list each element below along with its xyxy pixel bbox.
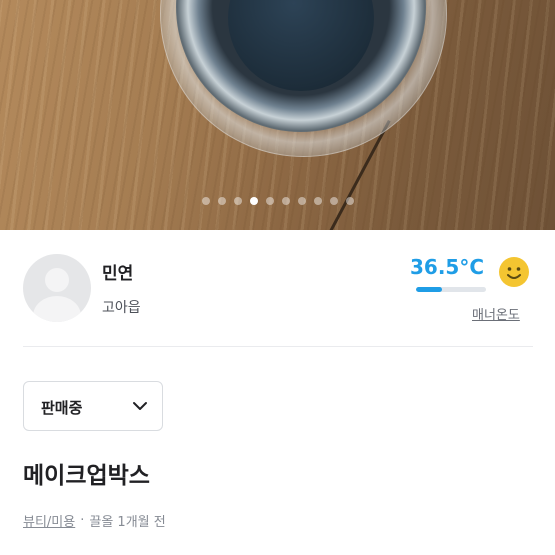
carousel-dot[interactable] bbox=[329, 197, 338, 205]
sale-status-value: 판매중 bbox=[41, 399, 83, 417]
carousel-indicator bbox=[0, 197, 555, 205]
carousel-dot[interactable] bbox=[265, 197, 274, 205]
carousel-dot[interactable] bbox=[201, 197, 210, 205]
carousel-dot[interactable] bbox=[233, 197, 242, 205]
product-meta: 뷰티/미용 · 끌올 1개월 전 bbox=[23, 511, 166, 530]
avatar-head bbox=[45, 268, 69, 292]
carousel-dot[interactable] bbox=[345, 197, 354, 205]
seller-avatar[interactable] bbox=[23, 254, 91, 322]
manner-temperature-link[interactable]: 매너온도 bbox=[472, 304, 520, 323]
carousel-dot[interactable] bbox=[297, 197, 306, 205]
meta-separator: · bbox=[80, 513, 85, 528]
carousel-dot[interactable] bbox=[249, 197, 258, 205]
chevron-down-icon bbox=[133, 402, 147, 410]
manner-temperature: 36.5°C bbox=[410, 255, 485, 279]
temperature-bar-fill bbox=[416, 287, 442, 292]
avatar-body bbox=[33, 296, 81, 322]
carousel-dot[interactable] bbox=[281, 197, 290, 205]
section-divider bbox=[23, 346, 533, 347]
product-photo[interactable] bbox=[0, 0, 555, 230]
carousel-dot[interactable] bbox=[313, 197, 322, 205]
smiley-face-icon bbox=[499, 257, 529, 287]
sale-status-select[interactable]: 판매중 bbox=[23, 381, 163, 431]
product-title: 메이크업박스 bbox=[23, 463, 150, 489]
category-link[interactable]: 뷰티/미용 bbox=[23, 511, 75, 530]
carousel-dot[interactable] bbox=[217, 197, 226, 205]
temperature-bar bbox=[416, 287, 486, 292]
seller-name[interactable]: 민연 bbox=[102, 259, 133, 284]
seller-region: 고아읍 bbox=[102, 300, 141, 316]
posted-time: 끌올 1개월 전 bbox=[89, 515, 166, 530]
